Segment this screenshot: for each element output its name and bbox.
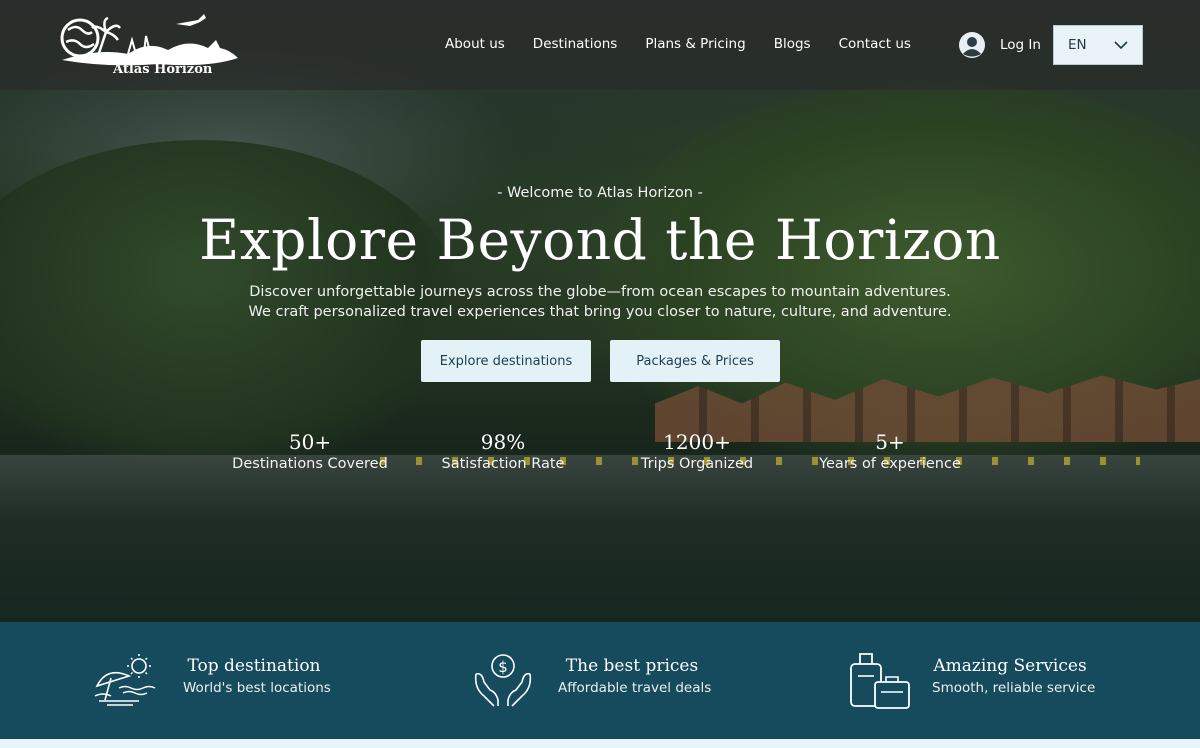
feature-subtitle: Smooth, reliable service [932,680,1096,696]
nav-item-plans-pricing[interactable]: Plans & Pricing [645,36,745,52]
globe-palm-plane-logo-icon [60,14,238,66]
next-section-edge [0,739,1200,748]
language-select[interactable]: EN [1053,25,1143,65]
site-header: Atlas Horizon About us Destinations Plan… [0,0,1200,90]
feature-title: The best prices [565,656,699,676]
nav-item-about-us[interactable]: About us [445,36,505,52]
stat-label: Satisfaction Rate [441,456,565,472]
explore-destinations-button[interactable]: Explore destinations [421,340,591,382]
stat-destinations: 50+ Destinations Covered [210,430,410,472]
feature-title: Top destination [187,656,321,676]
language-selected-value: EN [1068,37,1087,53]
main-nav: About us Destinations Plans & Pricing Bl… [445,36,939,52]
nav-item-blogs[interactable]: Blogs [774,36,811,52]
stat-label: Trips Organized [640,456,754,472]
user-avatar-icon [959,32,985,58]
nav-item-destinations[interactable]: Destinations [533,36,618,52]
feature-title: Amazing Services [933,656,1087,676]
chevron-down-icon [1114,40,1128,49]
stat-label: Destinations Covered [232,456,388,472]
brand-name: Atlas Horizon [113,62,213,77]
feature-subtitle: World's best locations [183,680,331,696]
hands-dollar-coin-icon: $ [474,654,532,707]
stat-trips: 1200+ Trips Organized [597,430,797,472]
beach-umbrella-sun-icon [94,654,156,706]
login-button[interactable]: Log In [958,31,1041,59]
stat-label: Years of experience [819,456,961,472]
stat-value: 98% [480,430,526,454]
feature-text: Top destination World's best locations [183,656,331,696]
stat-value: 5+ [875,430,905,454]
packages-prices-button[interactable]: Packages & Prices [610,340,780,382]
stat-satisfaction: 98% Satisfaction Rate [403,430,603,472]
feature-text: Amazing Services Smooth, reliable servic… [932,656,1096,696]
hero-welcome-text: - Welcome to Atlas Horizon - [497,185,703,201]
login-label: Log In [1000,37,1041,53]
hero-background-lake [0,455,1200,622]
luggage-icon [850,653,910,709]
stat-value: 50+ [288,430,332,454]
nav-item-contact-us[interactable]: Contact us [839,36,911,52]
hero-description: Discover unforgettable journeys across t… [248,284,952,320]
feature-subtitle: Affordable travel deals [558,680,712,696]
svg-text:$: $ [498,658,508,676]
stat-years: 5+ Years of experience [790,430,990,472]
features-bar: Top destination World's best locations $… [0,622,1200,739]
feature-text: The best prices Affordable travel deals [558,656,712,696]
stat-value: 1200+ [663,430,731,454]
hero-section: - Welcome to Atlas Horizon - Explore Bey… [0,0,1200,622]
hero-title: Explore Beyond the Horizon [199,208,1001,272]
